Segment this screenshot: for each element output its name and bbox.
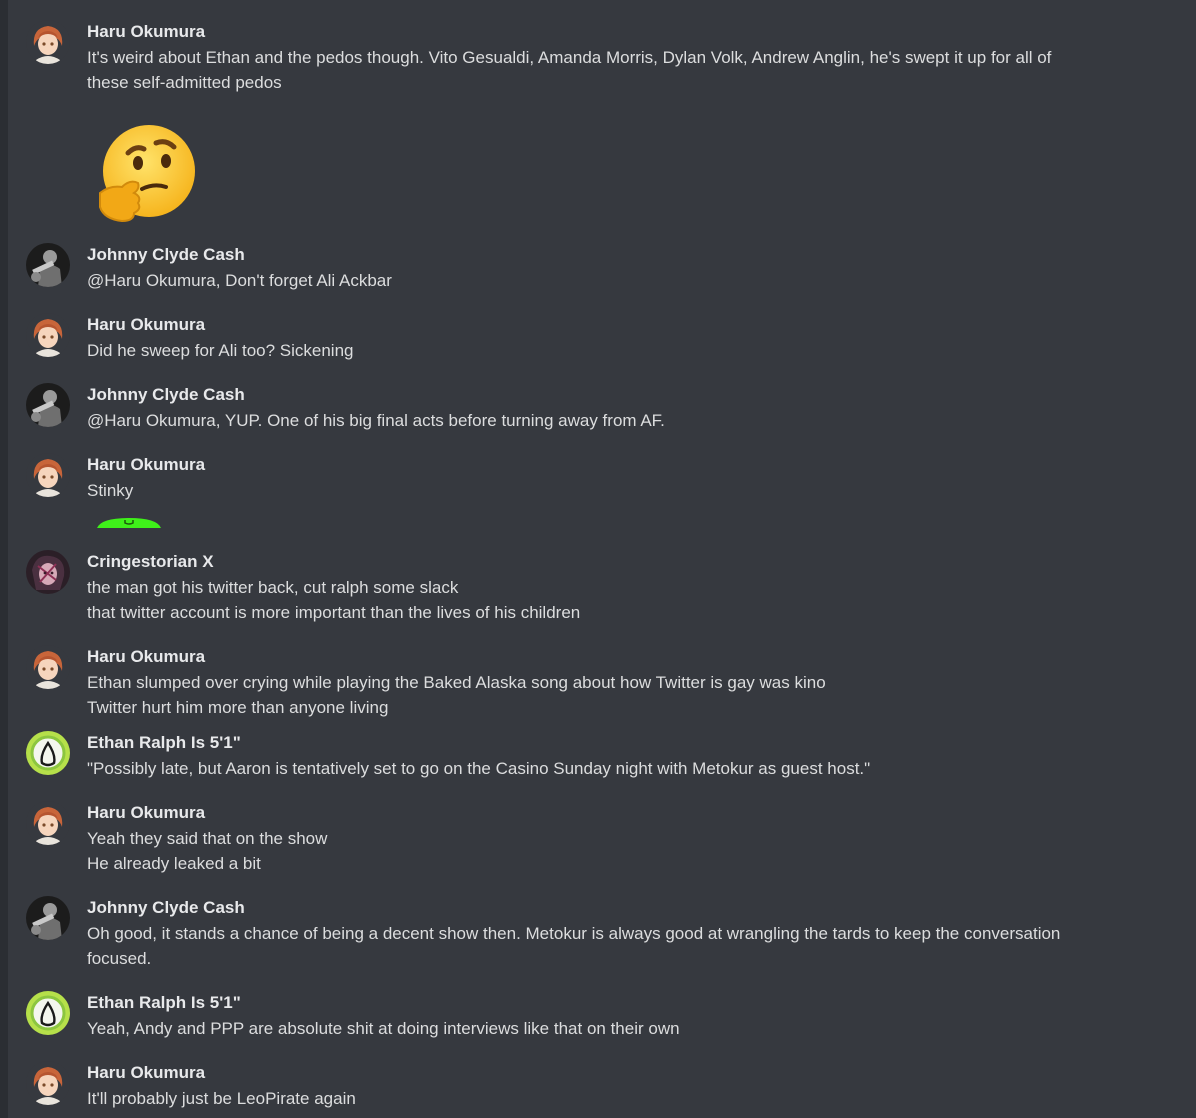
message-content: It's weird about Ethan and the pedos tho…: [87, 45, 1157, 95]
message-content: Ethan slumped over crying while playing …: [87, 670, 1157, 720]
message-text: He already leaked a bit: [87, 854, 261, 873]
author-name[interactable]: Haru Okumura: [87, 20, 205, 44]
message-content: the man got his twitter back, cut ralph …: [87, 575, 1157, 625]
johnny-avatar[interactable]: [26, 896, 70, 940]
left-border: [0, 0, 8, 1118]
message-text: the man got his twitter back, cut ralph …: [87, 578, 459, 597]
author-name[interactable]: Ethan Ralph Is 5'1": [87, 991, 241, 1015]
author-name[interactable]: Haru Okumura: [87, 645, 205, 669]
message-text: Did he sweep for Ali too? Sickening: [87, 341, 354, 360]
message-text: Twitter hurt him more than anyone living: [87, 698, 389, 717]
ethan-avatar[interactable]: [26, 991, 70, 1035]
thinking-face-emoji[interactable]: [94, 123, 200, 229]
author-name[interactable]: Ethan Ralph Is 5'1": [87, 731, 241, 755]
message-content: @Haru Okumura, YUP. One of his big final…: [87, 408, 1157, 433]
message-text: "Possibly late, but Aaron is tentatively…: [87, 759, 871, 778]
message-text: It's weird about Ethan and the pedos tho…: [87, 48, 1052, 67]
message-content: Oh good, it stands a chance of being a d…: [87, 921, 1157, 971]
message-content: It'll probably just be LeoPirate again: [87, 1086, 1157, 1111]
message-text: @Haru Okumura, Don't forget Ali Ackbar: [87, 271, 392, 290]
message-content: "Possibly late, but Aaron is tentatively…: [87, 756, 1157, 781]
message-text: these self-admitted pedos: [87, 73, 282, 92]
haru-avatar[interactable]: [26, 645, 70, 689]
haru-avatar[interactable]: [26, 20, 70, 64]
author-name[interactable]: Johnny Clyde Cash: [87, 243, 245, 267]
haru-avatar[interactable]: [26, 801, 70, 845]
message-text: Oh good, it stands a chance of being a d…: [87, 924, 1061, 943]
author-name[interactable]: Haru Okumura: [87, 1061, 205, 1085]
author-name[interactable]: Johnny Clyde Cash: [87, 896, 245, 920]
author-name[interactable]: Haru Okumura: [87, 453, 205, 477]
message-content: Yeah they said that on the show He alread…: [87, 826, 1157, 876]
author-name[interactable]: Johnny Clyde Cash: [87, 383, 245, 407]
author-name[interactable]: Cringestorian X: [87, 550, 214, 574]
author-name[interactable]: Haru Okumura: [87, 801, 205, 825]
message-text: focused.: [87, 949, 152, 968]
haru-avatar[interactable]: [26, 313, 70, 357]
message-text: Yeah they said that on the show: [87, 829, 328, 848]
message-text: that twitter account is more important t…: [87, 603, 581, 622]
message-text: Yeah, Andy and PPP are absolute shit at …: [87, 1019, 680, 1038]
message-content: Stinky: [87, 478, 1157, 503]
johnny-avatar[interactable]: [26, 383, 70, 427]
message-text: Stinky: [87, 481, 134, 500]
haru-avatar[interactable]: [26, 453, 70, 497]
message-text: @Haru Okumura, YUP. One of his big final…: [87, 411, 665, 430]
message-content: @Haru Okumura, Don't forget Ali Ackbar: [87, 268, 1157, 293]
haru-avatar[interactable]: [26, 1061, 70, 1105]
message-content: Yeah, Andy and PPP are absolute shit at …: [87, 1016, 1157, 1041]
johnny-avatar[interactable]: [26, 243, 70, 287]
message-content: Did he sweep for Ali too? Sickening: [87, 338, 1157, 363]
cringestorian-avatar[interactable]: [26, 550, 70, 594]
message-text: It'll probably just be LeoPirate again: [87, 1089, 356, 1108]
message-text: Ethan slumped over crying while playing …: [87, 673, 826, 692]
ethan-avatar[interactable]: [26, 731, 70, 775]
author-name[interactable]: Haru Okumura: [87, 313, 205, 337]
green-sticker[interactable]: [95, 515, 163, 528]
